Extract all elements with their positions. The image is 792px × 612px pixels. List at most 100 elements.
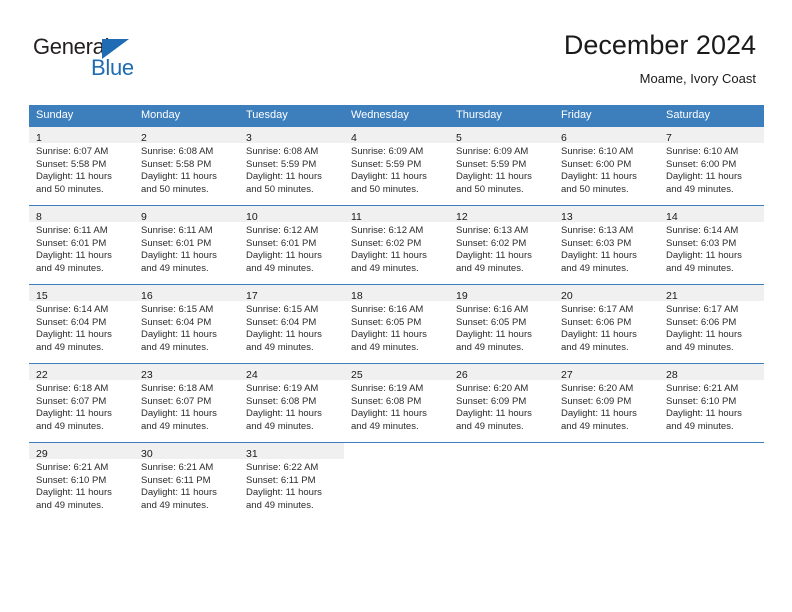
day-number: 24 [246,369,258,381]
day-number: 16 [141,290,153,302]
sunset-text: Sunset: 6:02 PM [351,237,422,249]
day-cell[interactable]: 14 Sunrise: 6:14 AM Sunset: 6:03 PM Dayligh… [659,205,764,285]
day-cell[interactable]: 20 Sunrise: 6:17 AM Sunset: 6:06 PM Dayligh… [554,284,659,364]
sunset-text: Sunset: 6:06 PM [561,316,632,328]
day-cell[interactable]: 15 Sunrise: 6:14 AM Sunset: 6:04 PM Dayligh… [29,284,134,364]
calendar-body: 1 Sunrise: 6:07 AM Sunset: 5:58 PM Daylight… [29,126,764,521]
daylight-text-line2: and 49 minutes. [36,420,104,432]
daylight-text-line2: and 50 minutes. [561,183,629,195]
sunrise-text: Sunrise: 6:17 AM [666,304,739,315]
day-number: 14 [666,211,678,223]
daylight-text-line2: and 49 minutes. [666,183,734,195]
daylight-text-line1: Daylight: 11 hours [666,171,742,183]
day-cell[interactable]: 28 Sunrise: 6:21 AM Sunset: 6:10 PM Dayligh… [659,363,764,443]
sunset-text: Sunset: 5:59 PM [246,158,317,170]
day-cell[interactable]: 5 Sunrise: 6:09 AM Sunset: 5:59 PM Daylight… [449,126,554,206]
day-cell[interactable]: 3 Sunrise: 6:08 AM Sunset: 5:59 PM Daylight… [239,126,344,206]
logo-text-blue: Blue [91,55,134,80]
day-number: 7 [666,132,672,144]
day-number: 26 [456,369,468,381]
sunrise-text: Sunrise: 6:12 AM [351,225,424,236]
day-cell[interactable]: 16 Sunrise: 6:15 AM Sunset: 6:04 PM Dayligh… [134,284,239,364]
sunset-text: Sunset: 6:03 PM [666,237,737,249]
daylight-text-line1: Daylight: 11 hours [141,487,217,499]
day-cell[interactable]: 26 Sunrise: 6:20 AM Sunset: 6:09 PM Dayligh… [449,363,554,443]
day-number: 6 [561,132,567,144]
sunset-text: Sunset: 6:09 PM [561,395,632,407]
sunset-text: Sunset: 6:01 PM [246,237,317,249]
daylight-text-line1: Daylight: 11 hours [456,408,532,420]
daylight-text-line2: and 50 minutes. [246,183,314,195]
sunrise-text: Sunrise: 6:21 AM [666,383,739,394]
day-cell[interactable]: 25 Sunrise: 6:19 AM Sunset: 6:08 PM Dayligh… [344,363,449,443]
day-cell[interactable]: 10 Sunrise: 6:12 AM Sunset: 6:01 PM Dayligh… [239,205,344,285]
day-cell[interactable]: 12 Sunrise: 6:13 AM Sunset: 6:02 PM Dayligh… [449,205,554,285]
day-cell[interactable]: 23 Sunrise: 6:18 AM Sunset: 6:07 PM Dayligh… [134,363,239,443]
daylight-text-line2: and 50 minutes. [456,183,524,195]
day-cell[interactable]: 21 Sunrise: 6:17 AM Sunset: 6:06 PM Dayligh… [659,284,764,364]
day-cell[interactable]: 31 Sunrise: 6:22 AM Sunset: 6:11 PM Dayligh… [239,442,344,521]
daylight-text-line1: Daylight: 11 hours [666,408,742,420]
sunset-text: Sunset: 6:06 PM [666,316,737,328]
day-cell[interactable]: 18 Sunrise: 6:16 AM Sunset: 6:05 PM Dayligh… [344,284,449,364]
sunrise-text: Sunrise: 6:19 AM [351,383,424,394]
daylight-text-line2: and 49 minutes. [561,341,629,353]
weekday-header-monday: Monday [134,105,239,127]
day-cell[interactable]: 9 Sunrise: 6:11 AM Sunset: 6:01 PM Daylight… [134,205,239,285]
day-cell[interactable]: 27 Sunrise: 6:20 AM Sunset: 6:09 PM Dayligh… [554,363,659,443]
day-number: 4 [351,132,357,144]
day-cell[interactable]: 7 Sunrise: 6:10 AM Sunset: 6:00 PM Daylight… [659,126,764,206]
day-cell[interactable]: 29 Sunrise: 6:21 AM Sunset: 6:10 PM Dayligh… [29,442,134,521]
sunrise-text: Sunrise: 6:11 AM [141,225,213,236]
weekday-header-thursday: Thursday [449,105,554,127]
day-cell[interactable]: 24 Sunrise: 6:19 AM Sunset: 6:08 PM Dayligh… [239,363,344,443]
day-number: 23 [141,369,153,381]
day-cell[interactable]: 17 Sunrise: 6:15 AM Sunset: 6:04 PM Dayligh… [239,284,344,364]
day-cell-empty [659,442,764,521]
day-cell[interactable]: 6 Sunrise: 6:10 AM Sunset: 6:00 PM Daylight… [554,126,659,206]
daylight-text-line1: Daylight: 11 hours [666,329,742,341]
daylight-text-line2: and 49 minutes. [666,420,734,432]
sunrise-text: Sunrise: 6:14 AM [666,225,739,236]
day-cell[interactable]: 2 Sunrise: 6:08 AM Sunset: 5:58 PM Daylight… [134,126,239,206]
day-number: 1 [36,132,42,144]
day-cell[interactable]: 11 Sunrise: 6:12 AM Sunset: 6:02 PM Dayligh… [344,205,449,285]
daylight-text-line1: Daylight: 11 hours [561,250,637,262]
sunrise-text: Sunrise: 6:21 AM [36,462,109,473]
daylight-text-line2: and 49 minutes. [141,262,209,274]
day-cell-empty [554,442,659,521]
day-cell[interactable]: 8 Sunrise: 6:11 AM Sunset: 6:01 PM Daylight… [29,205,134,285]
day-cell[interactable]: 30 Sunrise: 6:21 AM Sunset: 6:11 PM Dayligh… [134,442,239,521]
sunrise-text: Sunrise: 6:13 AM [561,225,634,236]
page-title: December 2024 [563,30,756,60]
daylight-text-line1: Daylight: 11 hours [36,487,112,499]
calendar-page: General Blue December 2024 Moame, Ivory … [0,0,792,612]
day-cell[interactable]: 19 Sunrise: 6:16 AM Sunset: 6:05 PM Dayligh… [449,284,554,364]
daylight-text-line1: Daylight: 11 hours [351,250,427,262]
daylight-text-line2: and 49 minutes. [36,499,104,511]
sunset-text: Sunset: 6:03 PM [561,237,632,249]
sunrise-text: Sunrise: 6:12 AM [246,225,319,236]
daylight-text-line2: and 49 minutes. [246,262,314,274]
page-subtitle: Moame, Ivory Coast [639,71,756,86]
sunset-text: Sunset: 6:09 PM [456,395,527,407]
sunrise-text: Sunrise: 6:08 AM [141,146,214,157]
daylight-text-line1: Daylight: 11 hours [141,329,217,341]
sunset-text: Sunset: 6:10 PM [666,395,737,407]
daylight-text-line1: Daylight: 11 hours [141,171,217,183]
day-number: 30 [141,448,153,460]
day-cell[interactable]: 1 Sunrise: 6:07 AM Sunset: 5:58 PM Daylight… [29,126,134,206]
weekday-header-wednesday: Wednesday [344,105,449,127]
daylight-text-line2: and 49 minutes. [456,341,524,353]
sunrise-text: Sunrise: 6:08 AM [246,146,319,157]
calendar-week-row: 29 Sunrise: 6:21 AM Sunset: 6:10 PM Dayligh… [29,442,764,521]
day-cell[interactable]: 4 Sunrise: 6:09 AM Sunset: 5:59 PM Daylight… [344,126,449,206]
sunset-text: Sunset: 5:59 PM [456,158,527,170]
daylight-text-line2: and 49 minutes. [246,341,314,353]
day-cell[interactable]: 22 Sunrise: 6:18 AM Sunset: 6:07 PM Dayligh… [29,363,134,443]
daylight-text-line1: Daylight: 11 hours [36,250,112,262]
daylight-text-line2: and 49 minutes. [141,499,209,511]
day-number: 8 [36,211,42,223]
day-cell[interactable]: 13 Sunrise: 6:13 AM Sunset: 6:03 PM Dayligh… [554,205,659,285]
daylight-text-line1: Daylight: 11 hours [246,487,322,499]
